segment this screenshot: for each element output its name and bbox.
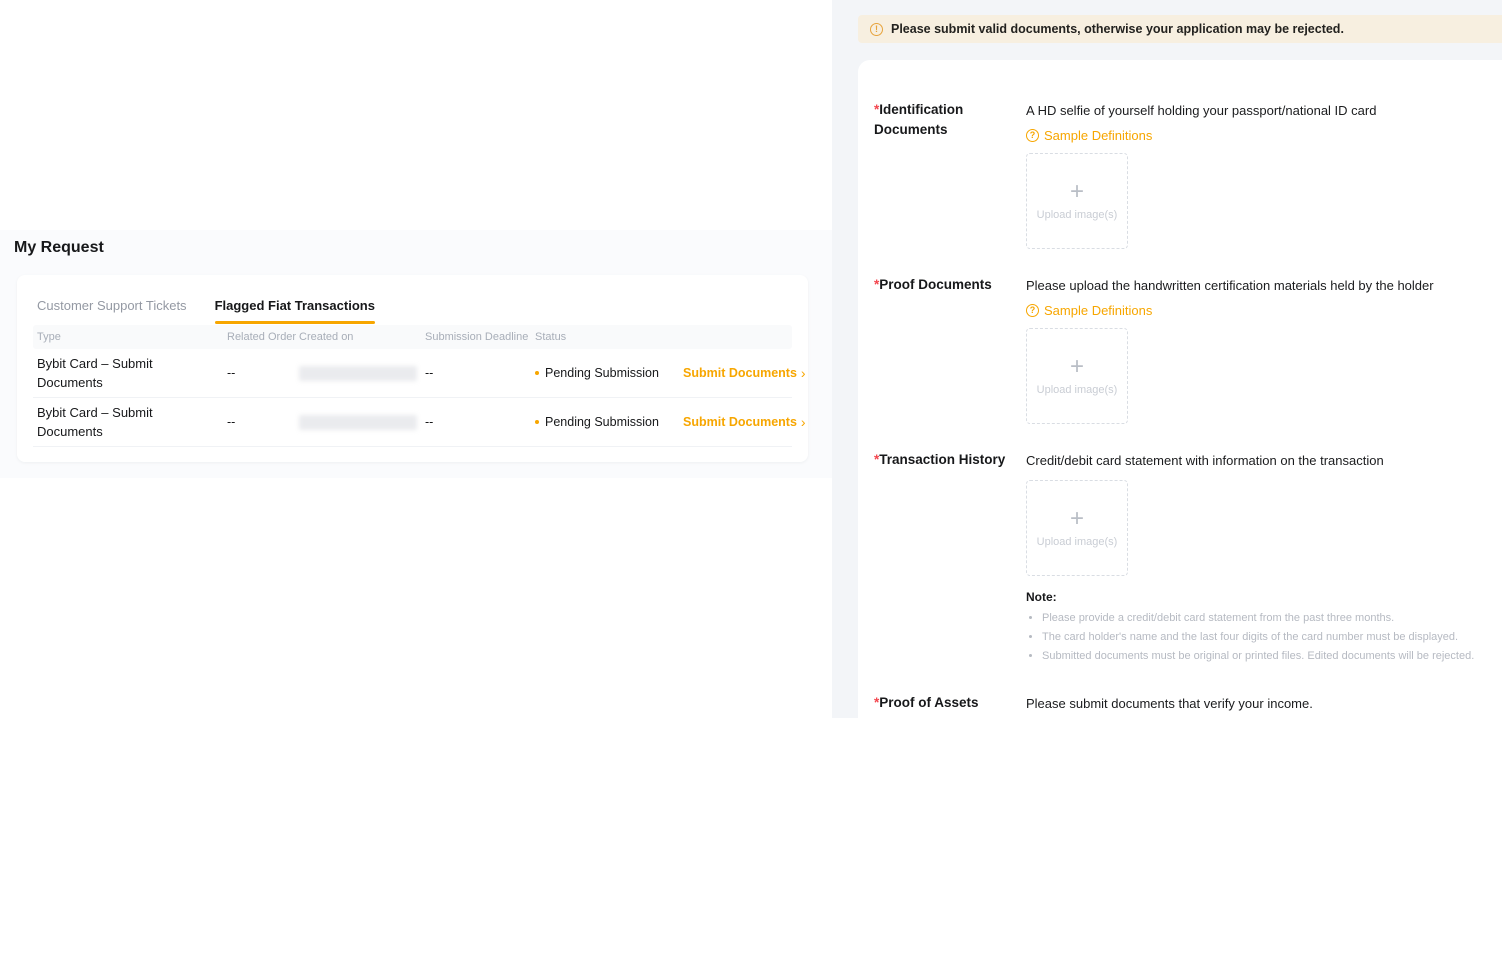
upload-dropzone[interactable]: + Upload image(s)	[1026, 480, 1128, 576]
page-title: My Request	[14, 239, 104, 257]
upload-dropzone[interactable]: + Upload image(s)	[1026, 328, 1128, 424]
field-label-text: Proof of Assets	[879, 695, 978, 710]
table-row: Bybit Card – Submit Documents -- -- Pend…	[33, 398, 792, 447]
warning-banner-text: Please submit valid documents, otherwise…	[891, 22, 1344, 36]
sample-definitions-label: Sample Definitions	[1044, 303, 1152, 318]
field-description: A HD selfie of yourself holding your pas…	[1026, 100, 1438, 122]
field-description: Please upload the handwritten certificat…	[1026, 275, 1438, 297]
request-type: Bybit Card – Submit Documents	[33, 398, 188, 446]
note-item: Please provide a credit/debit card state…	[1042, 610, 1481, 626]
active-tab-indicator	[215, 321, 375, 324]
flagged-transactions-table: Type Related Order Created on Submission…	[33, 325, 792, 447]
plus-icon: +	[1070, 509, 1084, 529]
field-description: Please submit documents that verify your…	[1026, 693, 1438, 715]
upload-label: Upload image(s)	[1037, 536, 1118, 548]
section-transaction-history: *Transaction History Credit/debit card s…	[874, 450, 1502, 667]
info-circle-icon: !	[870, 23, 883, 36]
field-body: Please submit documents that verify your…	[1026, 693, 1502, 715]
created-on-cell	[295, 415, 421, 430]
my-request-section: My Request Customer Support Tickets Flag…	[0, 230, 832, 478]
field-label: *Transaction History	[874, 450, 1006, 667]
submission-deadline-value: --	[421, 415, 531, 429]
support-requests-page: My Request Customer Support Tickets Flag…	[0, 0, 832, 718]
sample-definitions-link[interactable]: ? Sample Definitions	[1026, 125, 1152, 145]
status-badge: Pending Submission	[545, 415, 659, 429]
warning-banner: ! Please submit valid documents, otherwi…	[858, 15, 1502, 43]
tab-customer-support-tickets[interactable]: Customer Support Tickets	[37, 298, 187, 324]
note-title: Note:	[1026, 590, 1502, 604]
upload-label: Upload image(s)	[1037, 209, 1118, 221]
related-order-value: --	[223, 415, 295, 429]
action-cell: Submit Documents ›	[679, 415, 808, 429]
submit-documents-link[interactable]: Submit Documents ›	[683, 415, 806, 429]
note-item: Submitted documents must be original or …	[1042, 648, 1481, 664]
field-body: Please upload the handwritten certificat…	[1026, 275, 1502, 424]
status-cell: Pending Submission	[531, 415, 679, 429]
field-body: A HD selfie of yourself holding your pas…	[1026, 100, 1502, 249]
upload-label: Upload image(s)	[1037, 384, 1118, 396]
document-submission-panel: ! Please submit valid documents, otherwi…	[832, 0, 1502, 718]
request-tabs: Customer Support Tickets Flagged Fiat Tr…	[17, 275, 808, 324]
submission-deadline-value: --	[421, 366, 531, 380]
requests-card: Customer Support Tickets Flagged Fiat Tr…	[17, 275, 808, 462]
plus-icon: +	[1070, 182, 1084, 202]
upload-dropzone[interactable]: + Upload image(s)	[1026, 153, 1128, 249]
note-item: The card holder's name and the last four…	[1042, 629, 1481, 645]
submit-documents-link[interactable]: Submit Documents ›	[683, 366, 806, 380]
request-type: Bybit Card – Submit Documents	[33, 349, 188, 397]
section-identification-documents: *Identification Documents A HD selfie of…	[874, 100, 1502, 249]
redacted-date	[299, 415, 417, 430]
tab-flagged-fiat-transactions[interactable]: Flagged Fiat Transactions	[215, 298, 375, 324]
question-circle-icon: ?	[1026, 304, 1039, 317]
status-badge: Pending Submission	[545, 366, 659, 380]
field-label: *Proof of Assets	[874, 693, 1006, 715]
submit-documents-label: Submit Documents	[683, 415, 797, 429]
field-label-text: Proof Documents	[879, 277, 992, 292]
plus-icon: +	[1070, 357, 1084, 377]
col-header-type: Type	[33, 331, 223, 343]
table-row: Bybit Card – Submit Documents -- -- Pend…	[33, 349, 792, 398]
field-label: *Proof Documents	[874, 275, 1006, 424]
submit-documents-label: Submit Documents	[683, 366, 797, 380]
note-block: Note: Please provide a credit/debit card…	[1026, 590, 1502, 664]
field-label-text: Identification Documents	[874, 102, 963, 137]
col-header-created-on: Created on	[295, 331, 421, 343]
action-cell: Submit Documents ›	[679, 366, 808, 380]
col-header-related-order: Related Order	[223, 331, 295, 343]
chevron-right-icon: ›	[801, 367, 806, 379]
chevron-right-icon: ›	[801, 416, 806, 428]
field-description: Credit/debit card statement with informa…	[1026, 450, 1438, 472]
section-proof-of-assets: *Proof of Assets Please submit documents…	[874, 693, 1502, 715]
field-body: Credit/debit card statement with informa…	[1026, 450, 1502, 667]
status-dot-icon	[535, 371, 539, 375]
field-label-text: Transaction History	[879, 452, 1005, 467]
status-cell: Pending Submission	[531, 366, 679, 380]
sample-definitions-label: Sample Definitions	[1044, 128, 1152, 143]
col-header-status: Status	[531, 331, 679, 343]
redacted-date	[299, 366, 417, 381]
section-proof-documents: *Proof Documents Please upload the handw…	[874, 275, 1502, 424]
table-header-row: Type Related Order Created on Submission…	[33, 325, 792, 349]
col-header-submission-deadline: Submission Deadline	[421, 331, 531, 343]
sample-definitions-link[interactable]: ? Sample Definitions	[1026, 300, 1152, 320]
status-dot-icon	[535, 420, 539, 424]
tab-label: Flagged Fiat Transactions	[215, 298, 375, 313]
question-circle-icon: ?	[1026, 129, 1039, 142]
note-list: Please provide a credit/debit card state…	[1026, 610, 1481, 664]
field-label: *Identification Documents	[874, 100, 1006, 249]
created-on-cell	[295, 366, 421, 381]
related-order-value: --	[223, 366, 295, 380]
submission-form-card: *Identification Documents A HD selfie of…	[858, 60, 1502, 960]
